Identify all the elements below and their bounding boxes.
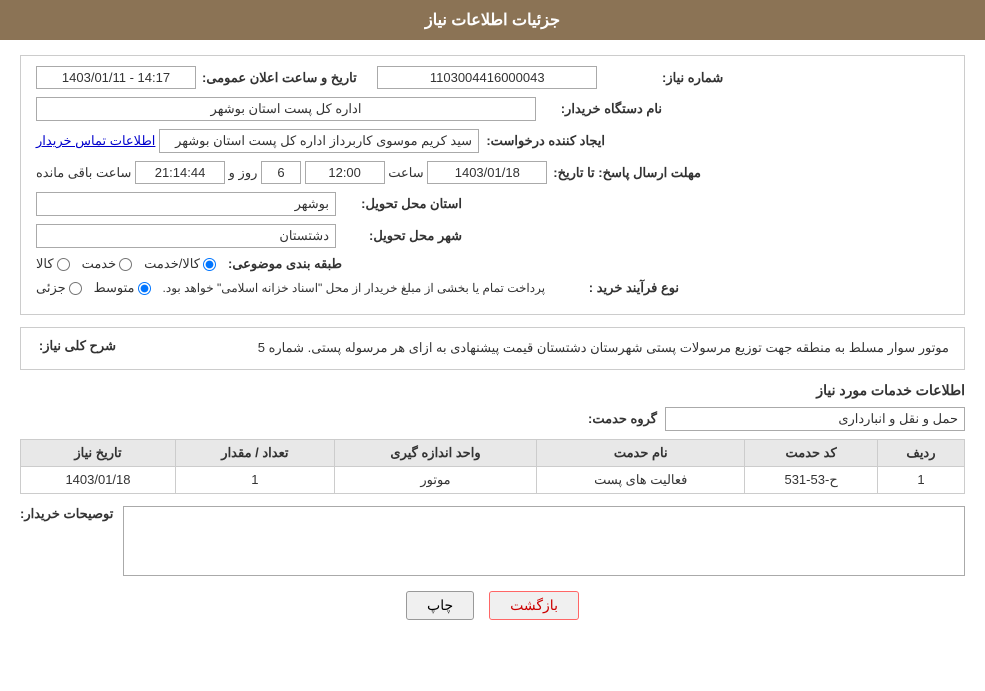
main-content: شماره نیاز: 1103004416000043 تاریخ و ساع… bbox=[0, 40, 985, 650]
response-date-value: 1403/01/18 bbox=[427, 161, 547, 184]
creator-value: سید کریم موسوی کاربرداز اداره کل پست است… bbox=[159, 129, 479, 153]
col-header-date: تاریخ نیاز bbox=[21, 439, 176, 466]
service-group-label: گروه حدمت: bbox=[588, 411, 657, 427]
announce-date-label: تاریخ و ساعت اعلان عمومی: bbox=[202, 70, 357, 86]
province-row: استان محل تحویل: بوشهر bbox=[36, 192, 949, 216]
response-deadline-row: مهلت ارسال پاسخ: تا تاریخ: 1403/01/18 سا… bbox=[36, 161, 949, 184]
col-header-service-code: کد حدمت bbox=[745, 439, 878, 466]
category-radio-kala[interactable] bbox=[57, 258, 70, 271]
services-table-head: ردیف کد حدمت نام حدمت واحد اندازه گیری ت… bbox=[21, 439, 965, 466]
buyer-notes-label: توصیحات خریدار: bbox=[20, 506, 113, 522]
city-label: شهر محل تحویل: bbox=[342, 228, 462, 244]
col-header-row: ردیف bbox=[877, 439, 964, 466]
announce-date-value: 1403/01/11 - 14:17 bbox=[36, 66, 196, 89]
contact-link[interactable]: اطلاعات تماس خریدار bbox=[36, 133, 155, 149]
purchase-label-mutavasset: متوسط bbox=[94, 280, 135, 296]
buyer-org-row: نام دستگاه خریدار: اداره کل پست استان بو… bbox=[36, 97, 949, 121]
col-header-unit: واحد اندازه گیری bbox=[334, 439, 536, 466]
services-section: اطلاعات خدمات مورد نیاز حمل و نقل و انبا… bbox=[20, 382, 965, 576]
buyer-org-value: اداره کل پست استان بوشهر bbox=[36, 97, 536, 121]
buyer-org-label: نام دستگاه خریدار: bbox=[542, 101, 662, 117]
services-section-title: اطلاعات خدمات مورد نیاز bbox=[20, 382, 965, 399]
service-group-row: حمل و نقل و انبارداری گروه حدمت: bbox=[20, 407, 965, 431]
description-label: شرح کلی نیاز: bbox=[36, 338, 116, 354]
description-box: موتور سوار مسلط به منطقه جهت توزیع مرسول… bbox=[20, 327, 965, 370]
response-days-label: روز و bbox=[229, 165, 258, 181]
services-table: ردیف کد حدمت نام حدمت واحد اندازه گیری ت… bbox=[20, 439, 965, 494]
purchase-label-jozii: جزئی bbox=[36, 280, 66, 296]
category-label-kala: کالا bbox=[36, 256, 54, 272]
back-button[interactable]: بازگشت bbox=[489, 591, 579, 620]
cell-row: 1 bbox=[877, 466, 964, 493]
creator-row: ایجاد کننده درخواست: سید کریم موسوی کارب… bbox=[36, 129, 949, 153]
creator-label: ایجاد کننده درخواست: bbox=[485, 133, 605, 149]
category-label-kala-khadamat: کالا/خدمت bbox=[144, 256, 200, 272]
category-row: طبقه بندی موضوعی: کالا/خدمت خدمت کالا bbox=[36, 256, 949, 272]
purchase-type-label: نوع فرآیند خرید : bbox=[559, 280, 679, 296]
response-days-value: 6 bbox=[261, 161, 301, 184]
purchase-type-row: نوع فرآیند خرید : پرداخت تمام یا بخشی از… bbox=[36, 280, 949, 296]
cell-service-name: فعالیت های پست bbox=[537, 466, 745, 493]
category-option-3: کالا/خدمت bbox=[144, 256, 216, 272]
buyer-notes-section: توصیحات خریدار: bbox=[20, 506, 965, 576]
category-radio-kala-khadamat[interactable] bbox=[203, 258, 216, 271]
buyer-notes-textarea[interactable] bbox=[123, 506, 965, 576]
cell-date: 1403/01/18 bbox=[21, 466, 176, 493]
need-number-row: شماره نیاز: 1103004416000043 تاریخ و ساع… bbox=[36, 66, 949, 89]
province-value: بوشهر bbox=[36, 192, 336, 216]
table-row: 1 ح-53-531 فعالیت های پست موتور 1 1403/0… bbox=[21, 466, 965, 493]
purchase-option-1: جزئی bbox=[36, 280, 82, 296]
col-header-service-name: نام حدمت bbox=[537, 439, 745, 466]
category-radio-khadamat[interactable] bbox=[119, 258, 132, 271]
purchase-radio-jozii[interactable] bbox=[69, 282, 82, 295]
col-header-quantity: تعداد / مقدار bbox=[175, 439, 334, 466]
category-label-khadamat: خدمت bbox=[82, 256, 117, 272]
need-number-label: شماره نیاز: bbox=[603, 70, 723, 86]
category-label: طبقه بندی موضوعی: bbox=[222, 256, 342, 272]
response-time-value: 12:00 bbox=[305, 161, 385, 184]
response-time-label: ساعت bbox=[388, 165, 423, 181]
response-remaining-label: ساعت باقی مانده bbox=[36, 165, 131, 181]
form-section: شماره نیاز: 1103004416000043 تاریخ و ساع… bbox=[20, 55, 965, 315]
purchase-radio-group: پرداخت تمام یا بخشی از مبلغ خریدار از مح… bbox=[36, 280, 553, 296]
page-header: جزئیات اطلاعات نیاز bbox=[0, 0, 985, 40]
description-text: موتور سوار مسلط به منطقه جهت توزیع مرسول… bbox=[126, 338, 949, 359]
response-remaining-value: 21:14:44 bbox=[135, 161, 225, 184]
cell-quantity: 1 bbox=[175, 466, 334, 493]
category-radio-group: کالا/خدمت خدمت کالا bbox=[36, 256, 216, 272]
purchase-note: پرداخت تمام یا بخشی از مبلغ خریدار از مح… bbox=[163, 281, 546, 295]
page-wrapper: جزئیات اطلاعات نیاز شماره نیاز: 11030044… bbox=[0, 0, 985, 691]
print-button[interactable]: چاپ bbox=[406, 591, 474, 620]
city-value: دشتستان bbox=[36, 224, 336, 248]
category-option-2: خدمت bbox=[82, 256, 133, 272]
buttons-row: بازگشت چاپ bbox=[20, 591, 965, 620]
services-table-header-row: ردیف کد حدمت نام حدمت واحد اندازه گیری ت… bbox=[21, 439, 965, 466]
purchase-radio-mutavasset[interactable] bbox=[138, 282, 151, 295]
cell-unit: موتور bbox=[334, 466, 536, 493]
need-number-value: 1103004416000043 bbox=[377, 66, 597, 89]
category-option-1: کالا bbox=[36, 256, 70, 272]
description-row: موتور سوار مسلط به منطقه جهت توزیع مرسول… bbox=[36, 338, 949, 359]
response-deadline-label: مهلت ارسال پاسخ: تا تاریخ: bbox=[553, 165, 701, 181]
services-table-body: 1 ح-53-531 فعالیت های پست موتور 1 1403/0… bbox=[21, 466, 965, 493]
page-title: جزئیات اطلاعات نیاز bbox=[425, 12, 560, 29]
service-group-value: حمل و نقل و انبارداری bbox=[665, 407, 965, 431]
cell-service-code: ح-53-531 bbox=[745, 466, 878, 493]
city-row: شهر محل تحویل: دشتستان bbox=[36, 224, 949, 248]
province-label: استان محل تحویل: bbox=[342, 196, 462, 212]
purchase-option-2: متوسط bbox=[94, 280, 151, 296]
